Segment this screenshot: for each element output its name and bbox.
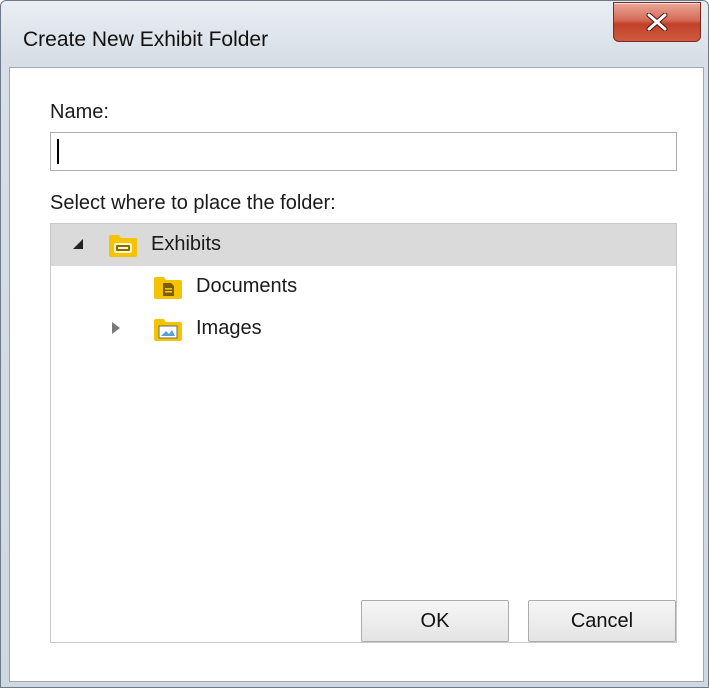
dialog-title: Create New Exhibit Folder (23, 28, 269, 51)
close-icon (646, 13, 668, 31)
images-folder-icon (154, 319, 182, 341)
expand-triangle-icon[interactable] (109, 321, 123, 335)
dialog-content: Name: Select where to place the folder: … (9, 67, 704, 682)
location-label: Select where to place the folder: (50, 192, 336, 214)
ok-button[interactable]: OK (361, 600, 509, 642)
name-input[interactable] (50, 132, 677, 171)
collapse-triangle-icon[interactable] (71, 237, 85, 251)
name-label: Name: (50, 101, 109, 123)
dialog-window: Create New Exhibit Folder Name: Select w… (0, 0, 709, 688)
tree-item-images[interactable]: Images (51, 308, 676, 350)
tree-item-label: Images (196, 317, 262, 339)
documents-folder-icon (154, 277, 182, 299)
folder-tree[interactable]: Exhibits Documents Images (50, 223, 677, 643)
title-bar[interactable]: Create New Exhibit Folder (1, 1, 708, 69)
close-button[interactable] (613, 2, 701, 42)
cancel-button[interactable]: Cancel (528, 600, 676, 642)
tree-item-documents[interactable]: Documents (51, 266, 676, 308)
text-caret (57, 139, 59, 164)
tree-item-label: Documents (196, 275, 298, 297)
tree-item-exhibits[interactable]: Exhibits (51, 224, 676, 266)
tree-item-label: Exhibits (151, 233, 222, 255)
exhibits-folder-icon (109, 235, 137, 257)
